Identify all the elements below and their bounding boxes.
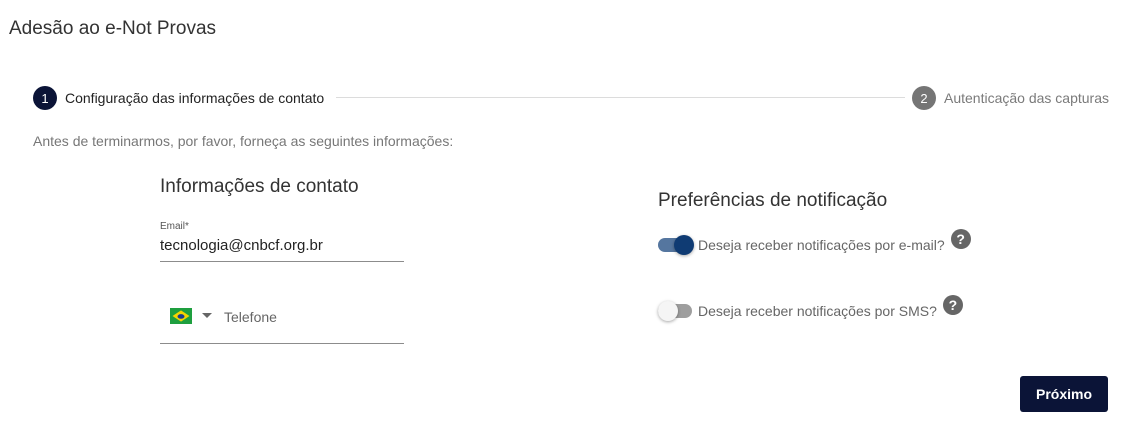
email-notification-row: Deseja receber notificações por e-mail? … <box>658 229 971 256</box>
email-label: Email* <box>160 221 189 232</box>
stepper-connector <box>336 97 905 98</box>
stepper: 1 Configuração das informações de contat… <box>33 86 1109 110</box>
contact-section-title: Informações de contato <box>160 176 359 197</box>
step-number-2: 2 <box>912 86 936 110</box>
help-icon[interactable]: ? <box>942 295 963 315</box>
step-number-1: 1 <box>33 86 57 110</box>
phone-field[interactable]: Telefone <box>160 296 404 344</box>
email-notification-toggle[interactable] <box>658 234 694 256</box>
page-title: Adesão ao e-Not Provas <box>9 18 217 39</box>
sms-notification-row: Deseja receber notificações por SMS? ? <box>658 295 963 322</box>
step-contact-config[interactable]: 1 Configuração das informações de contat… <box>33 86 324 110</box>
chevron-down-icon[interactable] <box>202 313 212 318</box>
intro-text: Antes de terminarmos, por favor, forneça… <box>33 133 454 149</box>
help-icon[interactable]: ? <box>950 229 971 249</box>
brazil-flag-icon[interactable] <box>170 308 192 324</box>
email-notification-label: Deseja receber notificações por e-mail? <box>698 237 945 253</box>
phone-input[interactable]: Telefone <box>224 309 277 325</box>
sms-notification-toggle[interactable] <box>658 300 694 322</box>
sms-notification-label: Deseja receber notificações por SMS? <box>698 303 937 319</box>
notifications-section-title: Preferências de notificação <box>658 190 888 211</box>
email-input[interactable]: tecnologia@cnbcf.org.br <box>160 237 323 254</box>
step-label-1: Configuração das informações de contato <box>65 90 325 106</box>
next-button[interactable]: Próximo <box>1020 376 1108 412</box>
step-label-2: Autenticação das capturas <box>944 90 1109 106</box>
step-capture-auth[interactable]: 2 Autenticação das capturas <box>912 86 1109 110</box>
email-field[interactable]: Email* tecnologia@cnbcf.org.br <box>160 221 404 262</box>
